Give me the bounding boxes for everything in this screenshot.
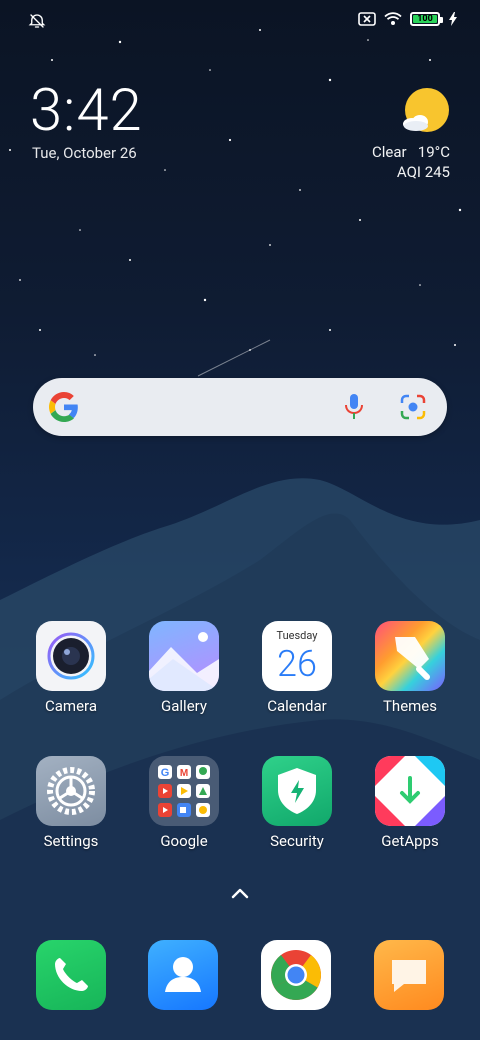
svg-text:M: M <box>180 768 188 779</box>
google-search-bar[interactable] <box>33 378 447 436</box>
battery-percent: 100 <box>417 13 433 24</box>
app-label: Settings <box>43 832 99 850</box>
battery-icon: 100 <box>410 12 443 26</box>
app-getapps[interactable]: GetApps <box>360 756 460 850</box>
themes-icon <box>375 621 445 691</box>
app-label: Gallery <box>161 697 207 715</box>
app-settings[interactable]: Settings <box>21 756 121 850</box>
security-icon <box>262 756 332 826</box>
camera-icon <box>36 621 106 691</box>
weather-temperature: 19°C <box>417 143 450 161</box>
mic-icon[interactable] <box>343 393 365 421</box>
app-label: Camera <box>45 697 97 715</box>
lens-icon[interactable] <box>399 393 427 421</box>
getapps-icon <box>375 756 445 826</box>
google-g-icon <box>49 392 78 422</box>
clock-date[interactable]: Tue, October 26 <box>32 144 137 162</box>
sim-off-icon <box>358 12 376 26</box>
google-folder-icon: G M <box>149 756 219 826</box>
app-calendar[interactable]: Tuesday 26 Calendar <box>247 621 347 715</box>
charging-icon <box>449 12 457 26</box>
app-label: Security <box>270 832 324 850</box>
app-label: GetApps <box>381 832 439 850</box>
app-label: Google <box>160 832 208 850</box>
sun-cloud-icon[interactable] <box>400 88 450 138</box>
status-bar: 100 <box>0 0 480 44</box>
gallery-icon <box>149 621 219 691</box>
calendar-day-name: Tuesday <box>276 629 318 642</box>
calendar-icon: Tuesday 26 <box>262 621 332 691</box>
app-gallery[interactable]: Gallery <box>134 621 234 715</box>
clock-time[interactable]: 3:42 <box>30 82 143 140</box>
app-label: Calendar <box>267 697 327 715</box>
weather-condition: Clear <box>371 143 407 161</box>
app-drawer-chevron-up-icon[interactable] <box>230 886 250 900</box>
chrome-icon[interactable] <box>261 940 331 1010</box>
settings-icon <box>36 756 106 826</box>
alarm-off-icon <box>28 14 46 28</box>
weather-aqi: AQI 245 <box>396 163 450 181</box>
calendar-day-number: 26 <box>277 643 317 685</box>
weather-widget[interactable]: Clear 19°C AQI 245 <box>372 142 450 182</box>
contacts-icon[interactable] <box>148 940 218 1010</box>
app-camera[interactable]: Camera <box>21 621 121 715</box>
svg-text:G: G <box>161 767 170 779</box>
app-security[interactable]: Security <box>247 756 347 850</box>
wifi-icon <box>384 12 402 25</box>
messages-icon[interactable] <box>374 940 444 1010</box>
phone-icon[interactable] <box>36 940 106 1010</box>
app-label: Themes <box>382 697 438 715</box>
app-themes[interactable]: Themes <box>360 621 460 715</box>
app-google-folder[interactable]: G M Google <box>134 756 234 850</box>
